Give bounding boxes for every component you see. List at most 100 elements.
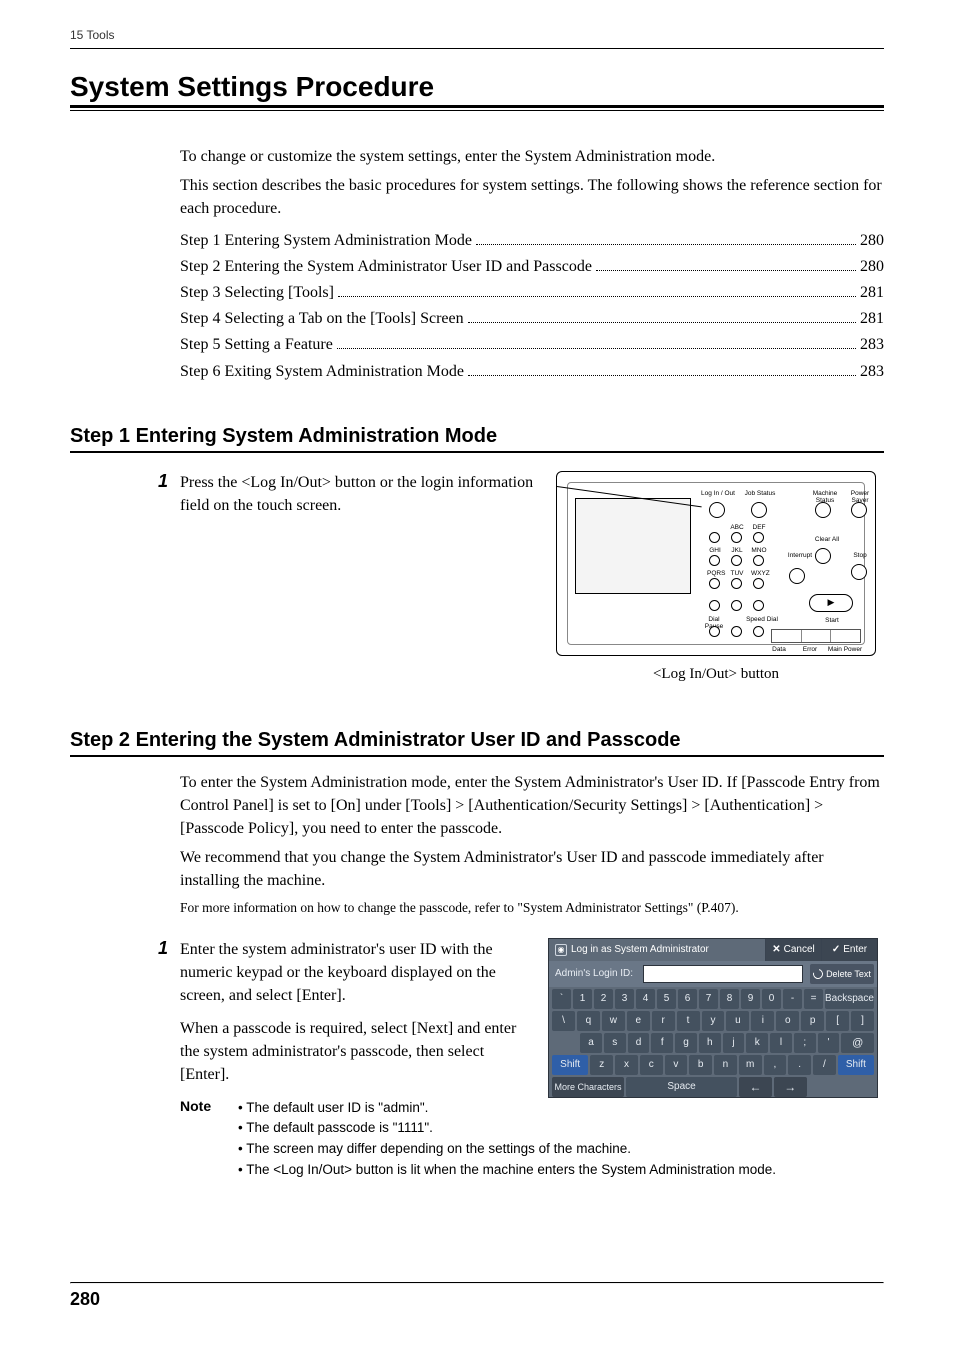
cancel-button[interactable]: ✕ Cancel (765, 939, 821, 961)
enter-button[interactable]: ✓ Enter (821, 939, 877, 961)
keypad-9-button[interactable] (753, 578, 764, 589)
key[interactable]: ] (851, 1011, 874, 1031)
key[interactable]: \ (552, 1011, 575, 1031)
page-title: System Settings Procedure (70, 71, 884, 103)
log-in-out-button[interactable] (709, 502, 725, 518)
key[interactable]: u (726, 1011, 749, 1031)
key[interactable]: n (714, 1055, 737, 1075)
space-key[interactable]: Space (626, 1077, 737, 1097)
key[interactable]: m (739, 1055, 762, 1075)
speed-dial-button[interactable] (753, 626, 764, 637)
machine-status-button[interactable] (815, 502, 831, 518)
interrupt-label: Interrupt (785, 552, 815, 559)
toc-row: Step 2 Entering the System Administrator… (180, 255, 884, 278)
key[interactable]: = (804, 989, 823, 1009)
key[interactable]: 6 (678, 989, 697, 1009)
key[interactable]: 7 (699, 989, 718, 1009)
keypad-3-button[interactable] (753, 532, 764, 543)
key[interactable]: y (702, 1011, 725, 1031)
toc-leader (468, 312, 856, 323)
pqrs-label: PQRS (707, 570, 725, 577)
touchscreen[interactable] (575, 498, 691, 594)
toc-label: Step 2 Entering the System Administrator… (180, 255, 592, 278)
toc-leader (337, 338, 856, 349)
keypad-7-button[interactable] (709, 578, 720, 589)
backspace-key[interactable]: Backspace (825, 989, 874, 1009)
key[interactable]: / (813, 1055, 836, 1075)
login-id-label: Admin's Login ID: (549, 961, 639, 987)
arrow-left-key[interactable]: ← (739, 1077, 772, 1097)
key[interactable]: e (627, 1011, 650, 1031)
toc-row: Step 5 Setting a Feature 283 (180, 333, 884, 356)
key[interactable]: k (746, 1033, 768, 1053)
key[interactable]: 3 (615, 989, 634, 1009)
more-characters-key[interactable]: More Characters (552, 1077, 624, 1097)
key[interactable]: b (689, 1055, 712, 1075)
key[interactable]: p (801, 1011, 824, 1031)
key[interactable]: 5 (657, 989, 676, 1009)
toc-leader (596, 260, 856, 271)
key[interactable]: c (640, 1055, 663, 1075)
toc-pnum: 283 (860, 333, 884, 356)
key[interactable]: t (677, 1011, 700, 1031)
key[interactable]: g (675, 1033, 697, 1053)
key[interactable]: h (699, 1033, 721, 1053)
running-head: 15 Tools (70, 28, 884, 42)
keypad-star-button[interactable] (709, 600, 720, 611)
key[interactable]: 9 (741, 989, 760, 1009)
key[interactable]: 0 (762, 989, 781, 1009)
login-id-input[interactable] (643, 965, 803, 983)
at-key[interactable]: @ (841, 1033, 874, 1053)
delete-text-button[interactable]: Delete Text (810, 964, 874, 984)
key[interactable]: o (776, 1011, 799, 1031)
start-button[interactable]: ▶ (809, 594, 853, 612)
key[interactable]: w (602, 1011, 625, 1031)
step1-number: 1 (146, 471, 180, 683)
key[interactable]: [ (826, 1011, 849, 1031)
keypad-hash-button[interactable] (753, 600, 764, 611)
keypad-0-button[interactable] (731, 600, 742, 611)
key[interactable]: z (590, 1055, 613, 1075)
key[interactable]: - (783, 989, 802, 1009)
keypad-8-button[interactable] (731, 578, 742, 589)
key[interactable]: s (604, 1033, 626, 1053)
key[interactable]: a (580, 1033, 602, 1053)
keypad-5-button[interactable] (731, 555, 742, 566)
key[interactable]: ; (794, 1033, 816, 1053)
job-status-button[interactable] (751, 502, 767, 518)
key[interactable]: 2 (594, 989, 613, 1009)
key[interactable]: . (788, 1055, 811, 1075)
key[interactable]: 4 (636, 989, 655, 1009)
key[interactable]: f (651, 1033, 673, 1053)
key[interactable]: v (665, 1055, 688, 1075)
keypad-4-button[interactable] (709, 555, 720, 566)
jkl-label: JKL (729, 547, 745, 554)
key[interactable]: l (770, 1033, 792, 1053)
key[interactable]: ` (552, 989, 571, 1009)
key[interactable]: , (764, 1055, 787, 1075)
note-item: The <Log In/Out> button is lit when the … (238, 1160, 776, 1181)
clear-all-button[interactable] (789, 568, 805, 584)
power-saver-button[interactable] (851, 502, 867, 518)
key[interactable]: ' (818, 1033, 840, 1053)
keypad-1-button[interactable] (709, 532, 720, 543)
key[interactable]: d (628, 1033, 650, 1053)
keypad-2-button[interactable] (731, 532, 742, 543)
clear-c-button[interactable] (731, 626, 742, 637)
key[interactable]: i (751, 1011, 774, 1031)
shift-key-right[interactable]: Shift (838, 1055, 874, 1075)
key[interactable]: 8 (720, 989, 739, 1009)
note-item: The default passcode is "1111". (238, 1118, 776, 1139)
key[interactable]: 1 (573, 989, 592, 1009)
key[interactable]: q (577, 1011, 600, 1031)
stop-button[interactable] (851, 564, 867, 580)
keypad-6-button[interactable] (753, 555, 764, 566)
key[interactable]: j (723, 1033, 745, 1053)
dial-pause-button[interactable] (709, 626, 720, 637)
key[interactable]: x (615, 1055, 638, 1075)
key[interactable]: r (652, 1011, 675, 1031)
shift-key-left[interactable]: Shift (552, 1055, 588, 1075)
note-block: Note The default user ID is "admin". The… (180, 1098, 884, 1182)
interrupt-button[interactable] (815, 548, 831, 564)
arrow-right-key[interactable]: → (774, 1077, 807, 1097)
